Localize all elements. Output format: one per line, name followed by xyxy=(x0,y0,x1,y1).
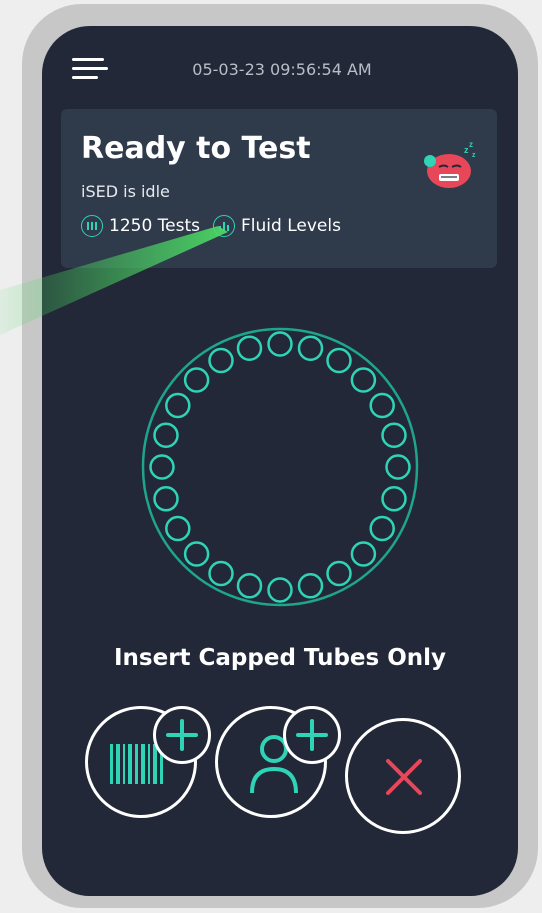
svg-text:z: z xyxy=(472,152,476,159)
add-barcode-badge[interactable] xyxy=(153,706,211,764)
bar-chart-icon xyxy=(213,215,235,237)
plus-icon xyxy=(296,719,328,751)
carousel-slot xyxy=(236,573,263,599)
carousel-slot xyxy=(153,486,179,512)
carousel-slot xyxy=(153,422,179,448)
carousel-slot xyxy=(267,577,293,603)
carousel-slot xyxy=(369,515,395,542)
close-icon xyxy=(386,759,422,795)
fluid-levels-indicator[interactable]: Fluid Levels xyxy=(213,215,341,237)
status-subtitle: iSED is idle xyxy=(81,182,170,201)
status-card: Ready to Test iSED is idle 1250 Tests Fl… xyxy=(61,109,497,268)
carousel-slot xyxy=(165,392,191,419)
cancel-button[interactable] xyxy=(345,718,461,834)
carousel-slot xyxy=(326,560,352,587)
carousel-slot xyxy=(350,541,377,567)
carousel-slot xyxy=(326,347,352,374)
carousel-slot xyxy=(297,335,324,361)
instruction-text: Insert Capped Tubes Only xyxy=(113,645,447,671)
carousel-slot xyxy=(236,335,263,361)
carousel-slot xyxy=(381,422,407,448)
carousel-slot xyxy=(165,515,191,542)
carousel-slot xyxy=(149,454,175,480)
carousel-slot xyxy=(183,541,210,567)
datetime-display: 05-03-23 09:56:54 AM xyxy=(192,60,372,79)
carousel-slot xyxy=(381,486,407,512)
sleeping-robot-icon: z z z xyxy=(424,140,476,188)
hamburger-menu-icon[interactable] xyxy=(72,56,110,84)
tube-rack-icon xyxy=(81,215,103,237)
add-patient-badge[interactable] xyxy=(283,706,341,764)
carousel-slot xyxy=(208,560,234,587)
tests-count-indicator[interactable]: 1250 Tests xyxy=(81,215,200,237)
carousel-slot xyxy=(297,573,324,599)
carousel-slot xyxy=(385,454,411,480)
carousel-slot xyxy=(350,367,377,393)
fluid-levels-label: Fluid Levels xyxy=(241,216,341,236)
sample-carousel xyxy=(141,327,419,607)
carousel-slot xyxy=(208,347,234,374)
carousel-slot xyxy=(369,392,395,419)
tests-count-label: 1250 Tests xyxy=(109,216,201,236)
device-screen: 05-03-23 09:56:54 AM Ready to Test iSED … xyxy=(42,26,518,896)
carousel-slot xyxy=(267,331,293,357)
plus-icon xyxy=(166,719,198,751)
carousel-slot xyxy=(183,367,210,393)
svg-text:z: z xyxy=(469,140,473,149)
status-title: Ready to Test xyxy=(81,131,311,166)
